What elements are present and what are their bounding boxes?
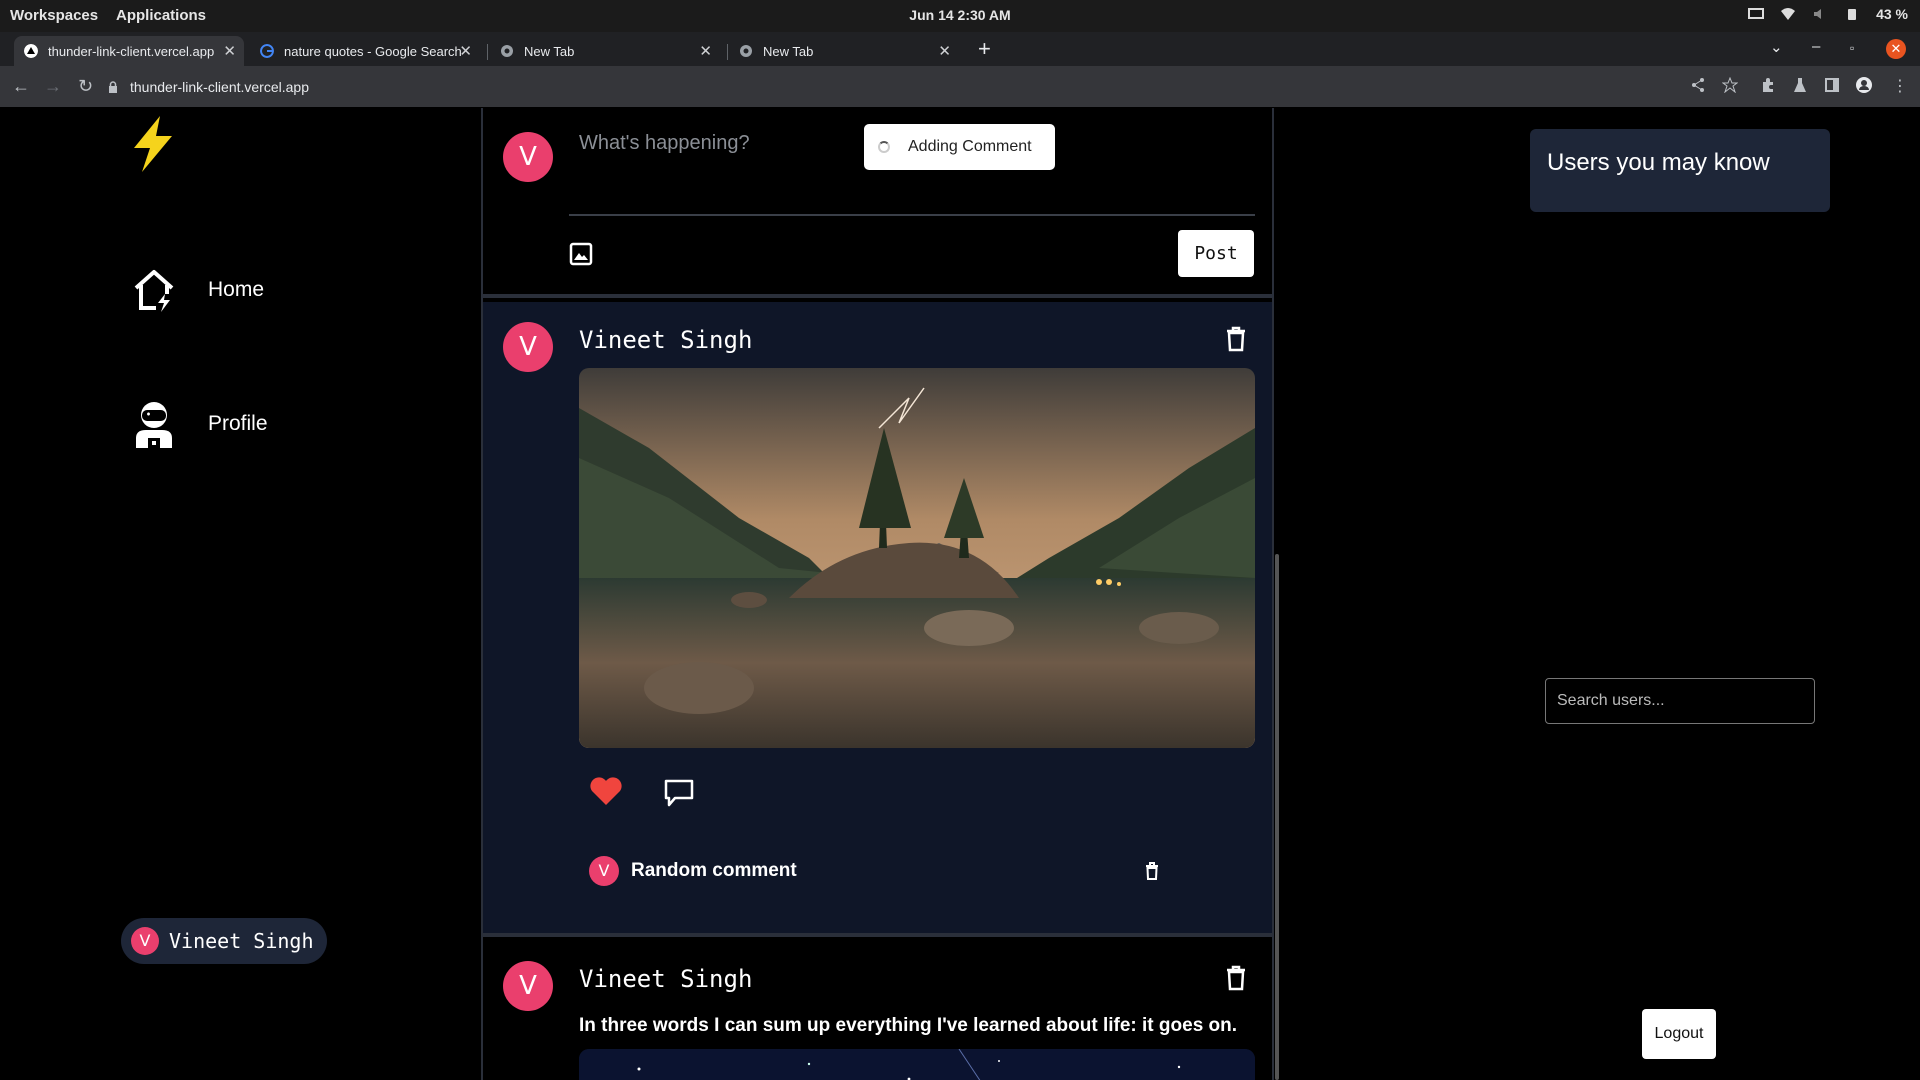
display-icon xyxy=(1748,8,1765,19)
delete-post-trash-icon[interactable] xyxy=(1225,326,1247,352)
post-author[interactable]: Vineet Singh xyxy=(579,965,752,993)
image-upload-icon[interactable] xyxy=(569,242,593,266)
search-users-input[interactable]: Search users... xyxy=(1545,678,1815,724)
toast-text: Adding Comment xyxy=(908,138,1032,155)
browser-toolbar: ← → ↻ thunder-link-client.vercel.app ⋮ xyxy=(0,66,1920,108)
chrome-favicon-icon xyxy=(501,45,513,57)
tab-separator xyxy=(727,44,728,60)
users-you-may-know-card: Users you may know xyxy=(1530,129,1830,212)
tab-new-tab-1[interactable]: New Tab ✕ xyxy=(490,36,720,66)
maximize-window-button[interactable]: ▫ xyxy=(1850,41,1854,55)
reload-icon[interactable]: ↻ xyxy=(78,76,93,97)
sidebar-item-profile[interactable]: Profile xyxy=(132,400,268,448)
profile-icon[interactable] xyxy=(1856,77,1872,93)
current-user-name: Vineet Singh xyxy=(169,929,314,953)
post-image[interactable] xyxy=(579,368,1255,748)
loading-spinner-icon xyxy=(878,141,890,153)
wifi-icon xyxy=(1781,8,1796,20)
system-tray[interactable]: 43 % xyxy=(1748,6,1908,22)
minimize-window-button[interactable]: – xyxy=(1812,38,1820,55)
tab-search-chevron-icon[interactable]: ⌄ xyxy=(1770,38,1783,56)
lock-icon xyxy=(109,81,117,93)
browser-menu-icon[interactable]: ⋮ xyxy=(1892,76,1908,96)
os-top-bar: Workspaces Applications Jun 14 2:30 AM 4… xyxy=(0,0,1920,32)
sidebar-item-label: Profile xyxy=(208,412,268,435)
feed-column: V What's happening? Post Adding Comment … xyxy=(481,108,1274,1080)
avatar: V xyxy=(503,132,553,182)
tab-separator xyxy=(487,44,488,60)
close-tab-icon[interactable]: ✕ xyxy=(459,42,472,60)
close-tab-icon[interactable]: ✕ xyxy=(938,42,951,60)
extensions-icon[interactable] xyxy=(1760,77,1776,93)
post-card: V Vineet Singh In three words I can sum … xyxy=(483,941,1272,1080)
lake-landscape-image xyxy=(579,368,1255,748)
tab-nature-quotes[interactable]: nature quotes - Google Search ✕ xyxy=(250,36,480,66)
thunder-logo-icon[interactable] xyxy=(130,116,176,172)
post-text: In three words I can sum up everything I… xyxy=(579,1015,1238,1036)
thunder-link-app: Home Profile V Vineet Singh V What's hap… xyxy=(0,108,1920,1080)
post-author[interactable]: Vineet Singh xyxy=(579,326,752,354)
bookmark-star-icon[interactable] xyxy=(1722,77,1738,93)
address-bar[interactable]: thunder-link-client.vercel.app xyxy=(108,72,1708,102)
labs-flask-icon[interactable] xyxy=(1792,77,1808,93)
battery-percent: 43 % xyxy=(1876,6,1908,22)
like-heart-icon[interactable] xyxy=(589,776,623,806)
browser-tab-strip: thunder-link-client.vercel.app ✕ nature … xyxy=(0,32,1920,66)
battery-icon xyxy=(1848,9,1857,20)
google-favicon-icon xyxy=(260,44,274,58)
compose-underline xyxy=(569,214,1255,216)
url-text: thunder-link-client.vercel.app xyxy=(130,79,309,95)
comment-text: Random comment xyxy=(631,860,797,881)
comment-row: V Random comment xyxy=(589,856,1269,886)
volume-icon xyxy=(1814,9,1822,19)
logout-button[interactable]: Logout xyxy=(1642,1009,1716,1059)
delete-comment-trash-icon[interactable] xyxy=(1145,862,1159,880)
close-tab-icon[interactable]: ✕ xyxy=(699,42,712,60)
feed-scrollbar[interactable] xyxy=(1275,554,1279,1080)
delete-post-trash-icon[interactable] xyxy=(1225,965,1247,991)
chrome-favicon-icon xyxy=(740,45,752,57)
post-button[interactable]: Post xyxy=(1178,230,1254,277)
close-tab-icon[interactable]: ✕ xyxy=(223,42,236,60)
current-user-pill[interactable]: V Vineet Singh xyxy=(121,918,327,964)
sidebar-item-label: Home xyxy=(208,278,265,301)
comment-bubble-icon[interactable] xyxy=(663,778,695,808)
post-composer: V What's happening? Post Adding Comment xyxy=(483,108,1272,298)
avatar: V xyxy=(131,927,159,955)
suggest-heading: Users you may know xyxy=(1547,149,1770,176)
share-icon[interactable] xyxy=(1690,77,1706,93)
tab-new-tab-2[interactable]: New Tab ✕ xyxy=(729,36,959,66)
vercel-favicon-icon xyxy=(24,44,38,58)
forward-arrow-icon[interactable]: → xyxy=(44,76,62,97)
close-window-button[interactable]: ✕ xyxy=(1886,39,1906,59)
tab-thunder-link[interactable]: thunder-link-client.vercel.app ✕ xyxy=(14,36,244,66)
side-panel-icon[interactable] xyxy=(1824,77,1840,93)
clock[interactable]: Jun 14 2:30 AM xyxy=(0,7,1920,23)
compose-textarea[interactable]: What's happening? xyxy=(579,132,750,155)
post-card: V Vineet Singh V Random comment xyxy=(483,302,1272,937)
new-tab-button[interactable]: + xyxy=(978,36,991,62)
avatar: V xyxy=(503,322,553,372)
astronaut-icon xyxy=(136,402,172,448)
sidebar-item-home[interactable]: Home xyxy=(132,268,264,312)
adding-comment-toast: Adding Comment xyxy=(864,124,1055,170)
avatar: V xyxy=(589,856,619,886)
starry-sky-image xyxy=(579,1049,1255,1080)
home-bolt-icon xyxy=(134,270,174,312)
back-arrow-icon[interactable]: ← xyxy=(12,76,30,97)
avatar: V xyxy=(503,961,553,1011)
post-image[interactable] xyxy=(579,1049,1255,1080)
